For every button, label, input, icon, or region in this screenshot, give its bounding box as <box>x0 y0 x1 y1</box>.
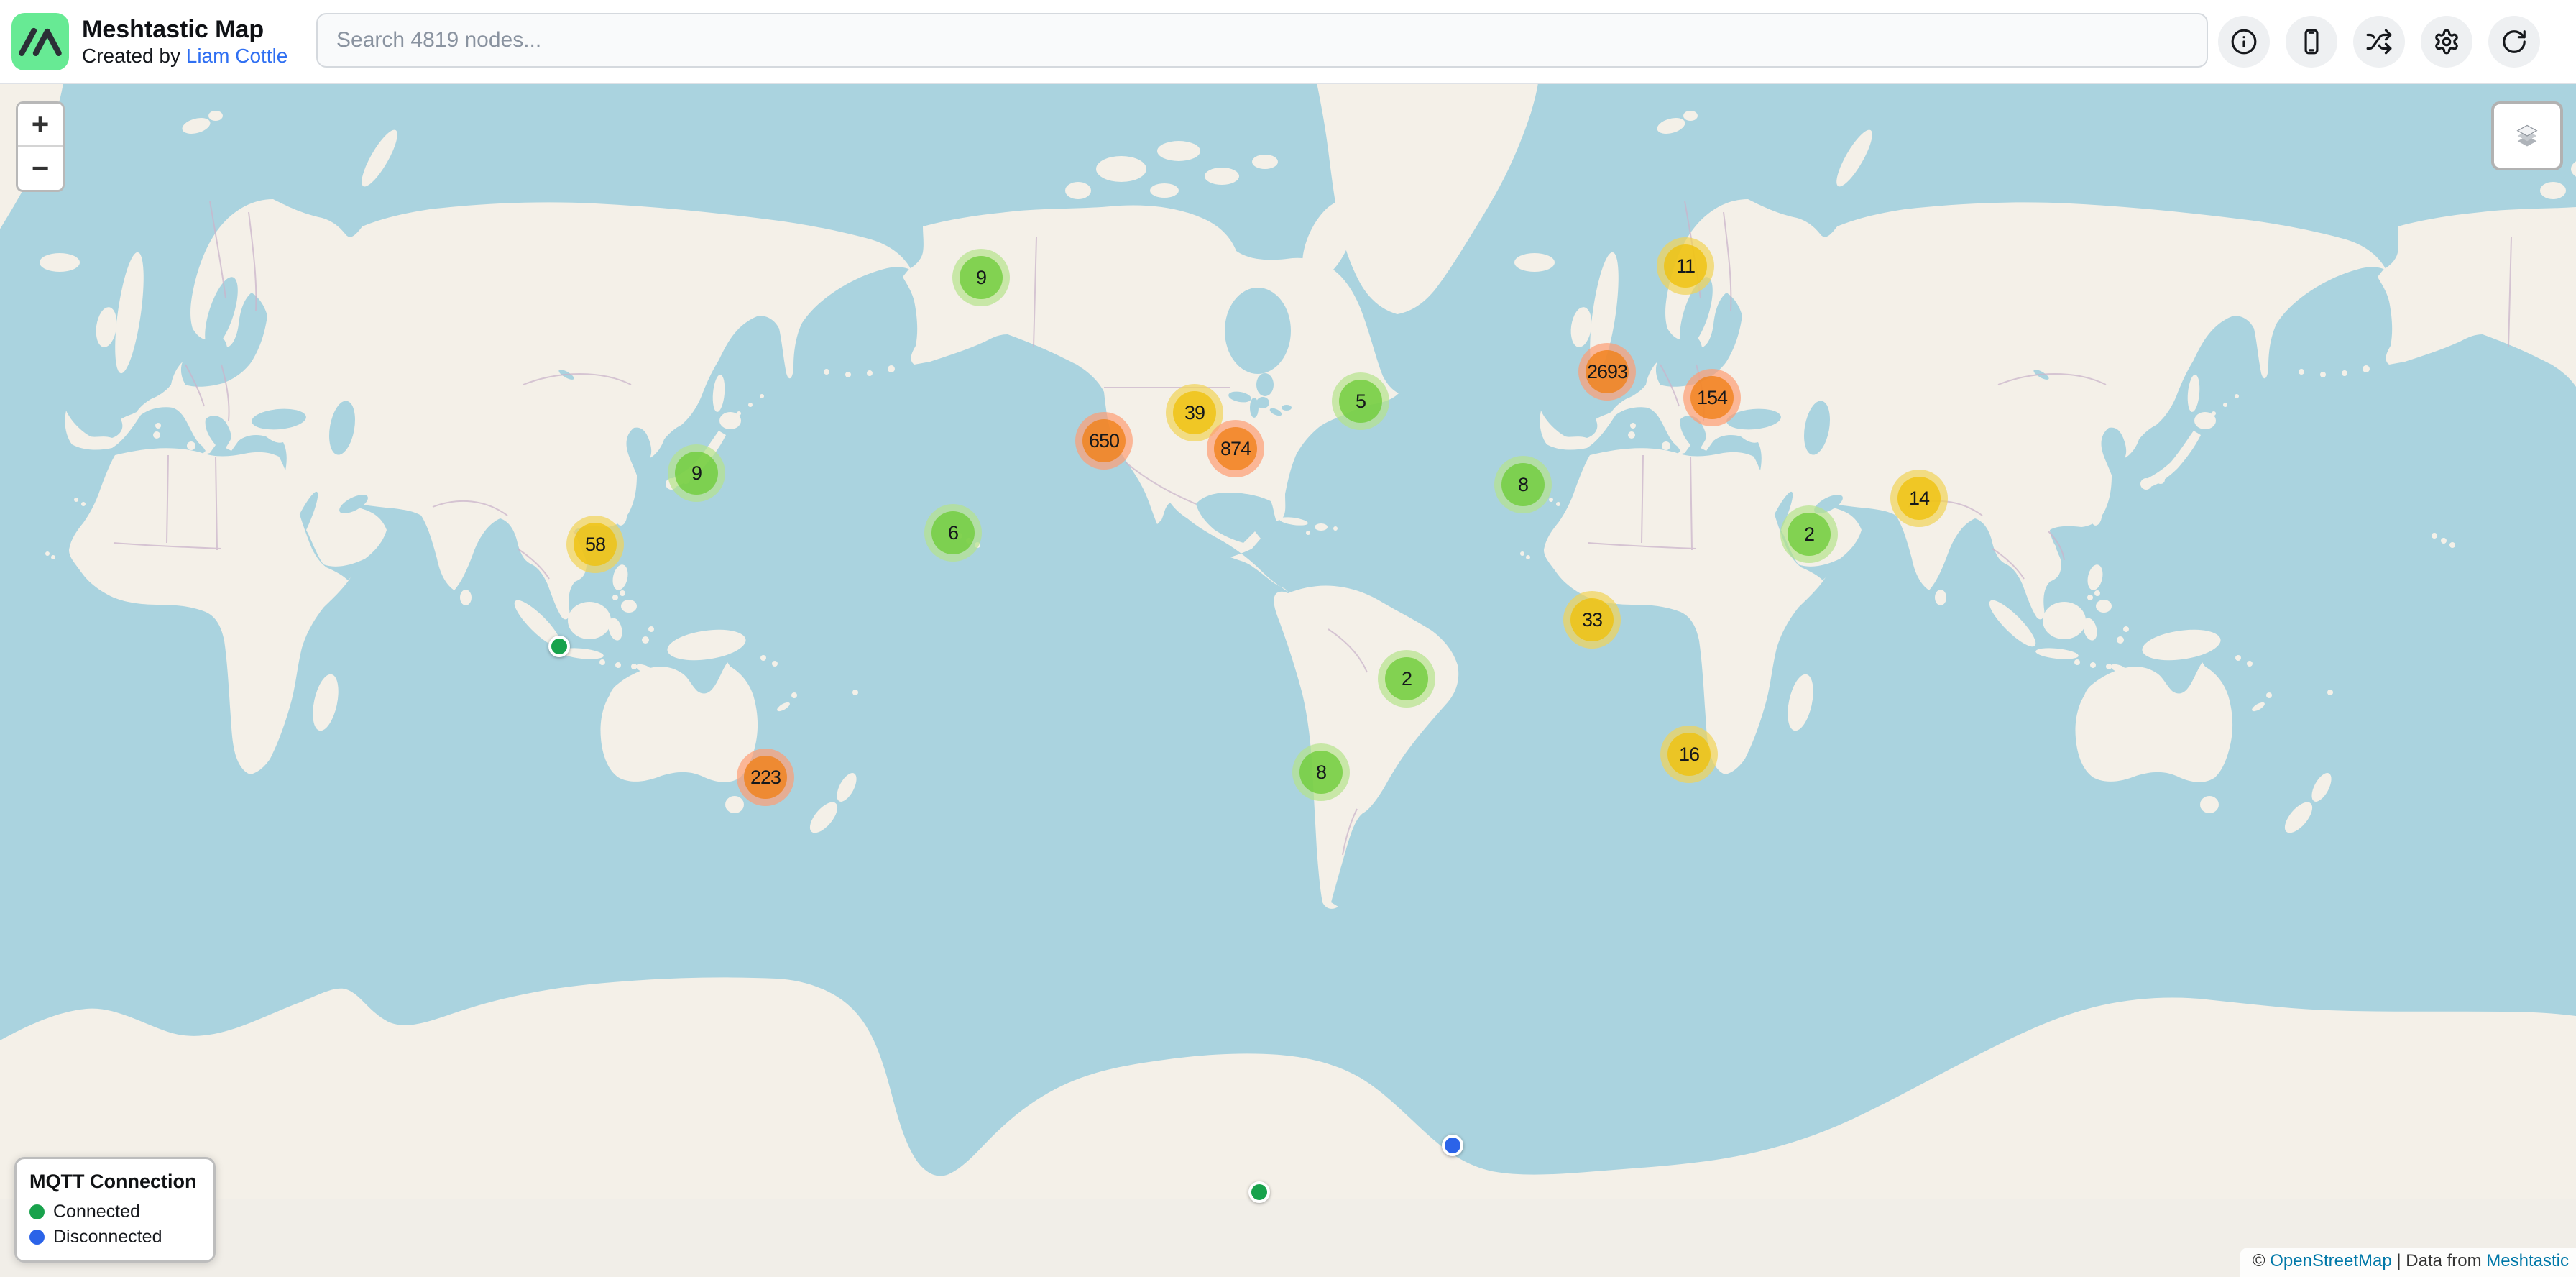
legend-label: Disconnected <box>53 1227 162 1248</box>
toolbar <box>2218 0 2540 83</box>
node-cluster[interactable]: 874 <box>1207 420 1264 477</box>
cluster-count: 58 <box>585 534 605 556</box>
cluster-count: 8 <box>1518 474 1528 496</box>
cluster-count: 223 <box>750 766 781 789</box>
app-header: Meshtastic Map Created by Liam Cottle <box>0 0 2576 84</box>
legend-dot <box>29 1204 45 1219</box>
info-icon <box>2230 28 2258 55</box>
node-cluster[interactable]: 154 <box>1683 369 1741 426</box>
meshtastic-logo-icon <box>12 13 69 70</box>
cluster-count: 154 <box>1697 387 1727 409</box>
refresh-icon <box>2501 28 2528 55</box>
attribution: © OpenStreetMap | Data from Meshtastic <box>2240 1248 2576 1277</box>
node-cluster[interactable]: 223 <box>737 749 794 806</box>
node-marker-disconnected[interactable] <box>1442 1135 1463 1156</box>
node-cluster[interactable]: 11 <box>1657 237 1714 295</box>
attribution-middle: | Data from <box>2392 1251 2487 1271</box>
cluster-count: 650 <box>1089 430 1119 452</box>
meshtastic-link[interactable]: Meshtastic <box>2486 1251 2569 1271</box>
node-cluster[interactable]: 8 <box>1494 456 1552 513</box>
node-marker-connected[interactable] <box>1248 1181 1270 1203</box>
cluster-count: 11 <box>1676 255 1695 278</box>
node-cluster[interactable]: 5 <box>1332 372 1389 430</box>
byline-prefix: Created by <box>82 45 186 67</box>
node-cluster[interactable]: 9 <box>668 444 725 502</box>
attribution-copyright: © <box>2253 1251 2270 1271</box>
settings-button[interactable] <box>2421 16 2472 68</box>
node-marker-connected[interactable] <box>548 636 570 657</box>
node-cluster[interactable]: 2 <box>1780 505 1838 563</box>
node-cluster[interactable]: 650 <box>1075 412 1133 470</box>
search-input[interactable] <box>316 13 2208 68</box>
cluster-count: 8 <box>1316 761 1326 784</box>
cluster-count: 9 <box>691 462 702 485</box>
mobile-icon <box>2298 28 2325 55</box>
gear-icon <box>2433 28 2460 55</box>
cluster-count: 2693 <box>1587 361 1627 383</box>
cluster-count: 2 <box>1804 523 1814 546</box>
cluster-count: 33 <box>1582 609 1602 631</box>
layers-icon <box>2506 115 2548 157</box>
cluster-count: 14 <box>1909 488 1929 510</box>
legend-row: Disconnected <box>29 1227 196 1248</box>
mobile-device-button[interactable] <box>2286 16 2337 68</box>
cluster-count: 39 <box>1184 402 1205 424</box>
legend-label: Connected <box>53 1202 140 1222</box>
legend-items: Connected Disconnected <box>29 1202 196 1248</box>
cluster-count: 2 <box>1402 668 1412 690</box>
cluster-count: 16 <box>1679 743 1699 766</box>
zoom-control: + − <box>16 101 65 192</box>
brand-text: Meshtastic Map Created by Liam Cottle <box>82 15 288 68</box>
legend-dot <box>29 1230 45 1245</box>
node-cluster[interactable]: 2 <box>1378 650 1435 708</box>
shuffle-icon <box>2365 28 2393 55</box>
node-cluster[interactable]: 14 <box>1890 470 1948 527</box>
zoom-in-button[interactable]: + <box>18 104 63 147</box>
cluster-count: 9 <box>976 267 986 289</box>
zoom-out-button[interactable]: − <box>18 147 63 190</box>
node-cluster[interactable]: 2693 <box>1578 343 1636 401</box>
app-byline: Created by Liam Cottle <box>82 44 288 68</box>
cluster-count: 6 <box>948 522 958 544</box>
info-button[interactable] <box>2218 16 2270 68</box>
refresh-button[interactable] <box>2488 16 2540 68</box>
node-cluster[interactable]: 6 <box>924 504 982 562</box>
cluster-count: 874 <box>1220 438 1251 460</box>
brand: Meshtastic Map Created by Liam Cottle <box>12 0 288 83</box>
random-node-button[interactable] <box>2353 16 2405 68</box>
cluster-count: 5 <box>1356 390 1366 413</box>
node-cluster[interactable]: 9 <box>952 249 1010 306</box>
map-canvas[interactable]: 9 11 2693 154 39 5 650 874 9 8 14 2 58 6 33 2 16 8 223 + −… <box>0 83 2576 1277</box>
mqtt-legend: MQTT Connection Connected Disconnected <box>14 1157 216 1263</box>
node-cluster[interactable]: 33 <box>1563 591 1621 649</box>
marker-layer: 9 11 2693 154 39 5 650 874 9 8 14 2 58 6 33 2 16 8 223 <box>0 83 2576 1277</box>
author-link[interactable]: Liam Cottle <box>186 45 288 67</box>
osm-link[interactable]: OpenStreetMap <box>2270 1251 2391 1271</box>
layers-control[interactable] <box>2491 101 2563 170</box>
legend-title: MQTT Connection <box>29 1171 196 1193</box>
app-title: Meshtastic Map <box>82 15 288 44</box>
node-cluster[interactable]: 8 <box>1292 743 1350 801</box>
legend-row: Connected <box>29 1202 196 1222</box>
node-cluster[interactable]: 16 <box>1660 726 1718 783</box>
node-cluster[interactable]: 58 <box>566 516 624 573</box>
